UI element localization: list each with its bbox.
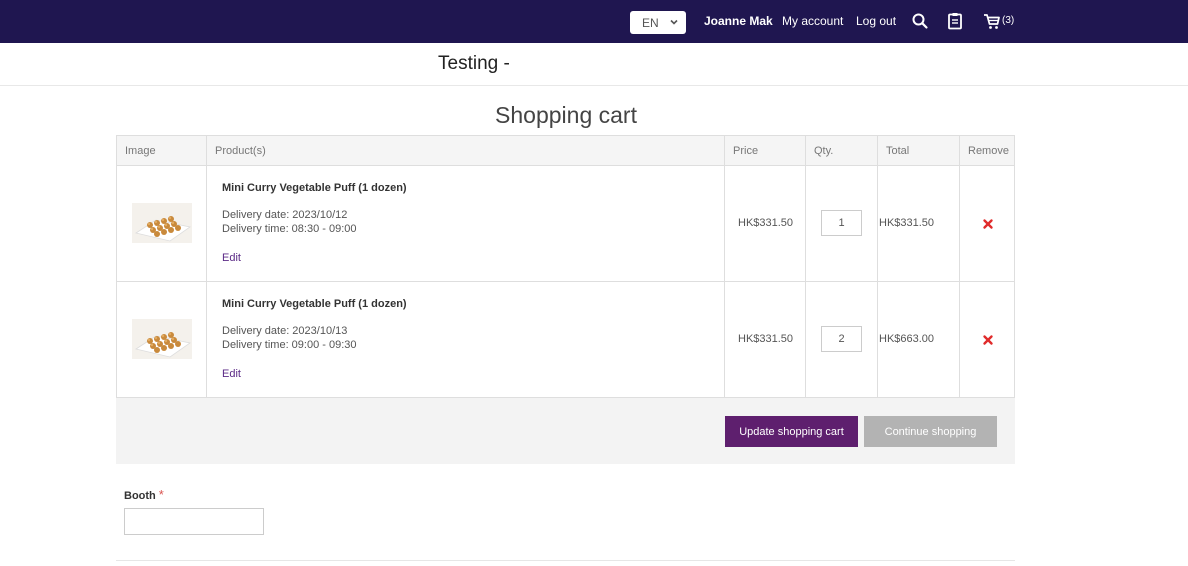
booth-label-text: Booth: [124, 490, 156, 502]
cart-count[interactable]: (3): [1002, 15, 1014, 26]
remove-icon[interactable]: [982, 334, 994, 346]
search-icon[interactable]: [910, 11, 930, 31]
product-image[interactable]: [132, 319, 192, 359]
cart-table: Image Product(s) Price Qty. Total Remove: [116, 135, 1015, 464]
product-name-link[interactable]: Mini Curry Vegetable Puff (1 dozen): [222, 182, 407, 194]
language-select[interactable]: EN: [630, 11, 686, 34]
cart-row: Mini Curry Vegetable Puff (1 dozen) Deli…: [116, 282, 1015, 398]
booth-input[interactable]: [124, 508, 264, 535]
delivery-date: Delivery date: 2023/10/12: [222, 209, 348, 221]
product-name-link[interactable]: Mini Curry Vegetable Puff (1 dozen): [222, 298, 407, 310]
language-value: EN: [642, 15, 659, 30]
column-header-image: Image: [125, 145, 156, 157]
chevron-down-icon: [670, 19, 678, 25]
clipboard-icon[interactable]: [945, 11, 965, 31]
unit-price: HK$331.50: [738, 333, 794, 345]
delivery-time: Delivery time: 09:00 - 09:30: [222, 339, 357, 351]
edit-link[interactable]: Edit: [222, 252, 241, 264]
cart-row: Mini Curry Vegetable Puff (1 dozen) Deli…: [116, 166, 1015, 282]
cart-table-header: Image Product(s) Price Qty. Total Remove: [116, 135, 1015, 166]
delivery-date: Delivery date: 2023/10/13: [222, 325, 348, 337]
column-header-price: Price: [733, 145, 759, 157]
unit-price: HK$331.50: [738, 217, 794, 229]
booth-label: Booth *: [124, 487, 164, 502]
update-cart-button[interactable]: Update shopping cart: [725, 416, 858, 447]
divider: [116, 560, 1015, 561]
quantity-input[interactable]: 2: [821, 326, 862, 352]
page-title: Shopping cart: [495, 102, 637, 128]
continue-shopping-button[interactable]: Continue shopping: [864, 416, 997, 447]
log-out-link[interactable]: Log out: [856, 14, 896, 28]
column-header-qty: Qty.: [814, 145, 834, 157]
column-header-total: Total: [886, 145, 910, 157]
column-header-products: Product(s): [215, 145, 266, 157]
edit-link[interactable]: Edit: [222, 368, 241, 380]
store-header: Testing -: [0, 43, 1188, 86]
cart-actions: Update shopping cart Continue shopping: [116, 398, 1015, 464]
store-title[interactable]: Testing -: [438, 53, 510, 75]
user-name-link[interactable]: Joanne Mak: [704, 14, 773, 28]
line-total: HK$663.00: [879, 333, 935, 345]
delivery-time: Delivery time: 08:30 - 09:00: [222, 223, 357, 235]
my-account-link[interactable]: My account: [782, 14, 843, 28]
column-header-remove: Remove: [968, 145, 1009, 157]
required-mark: *: [158, 487, 164, 502]
cart-icon[interactable]: [982, 11, 1002, 31]
remove-icon[interactable]: [982, 218, 994, 230]
quantity-input[interactable]: 1: [821, 210, 862, 236]
line-total: HK$331.50: [879, 217, 935, 229]
top-bar: EN Joanne Mak My account Log out (3): [0, 0, 1188, 43]
product-image[interactable]: [132, 203, 192, 243]
